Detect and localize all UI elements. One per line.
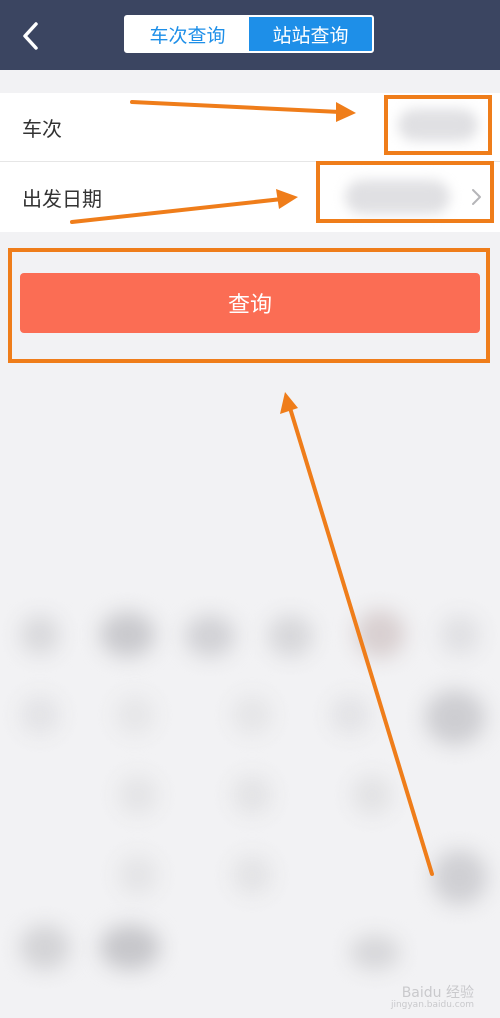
blur-spot (352, 775, 392, 815)
back-button[interactable] (14, 18, 50, 54)
blur-spot (355, 610, 405, 658)
tab-train-query[interactable]: 车次查询 (126, 17, 249, 51)
highlight-box-query-button (8, 248, 490, 363)
blur-spot (20, 615, 60, 655)
departure-date-label: 出发日期 (22, 186, 102, 211)
query-mode-switch: 车次查询 站站查询 (124, 15, 374, 53)
blur-spot (330, 695, 370, 735)
blur-spot (440, 615, 480, 655)
top-bar: 车次查询 站站查询 (0, 0, 500, 70)
chevron-left-icon (23, 22, 38, 50)
blur-spot (425, 690, 485, 745)
blur-spot (185, 615, 235, 657)
blur-spot (118, 775, 158, 815)
tab-station-query[interactable]: 站站查询 (249, 17, 372, 51)
blur-spot (232, 775, 272, 815)
blur-spot (118, 855, 158, 895)
blur-spot (115, 695, 155, 735)
blur-spot (100, 925, 160, 970)
blur-spot (20, 925, 70, 970)
watermark-brand: Baidu 经验 (401, 985, 474, 1001)
blur-spot (20, 695, 60, 735)
blur-spot (232, 695, 272, 735)
highlight-box-train-value (384, 95, 492, 155)
blur-spot (432, 850, 487, 905)
blur-spot (268, 615, 313, 657)
watermark-url: jingyan.baidu.com (390, 1000, 474, 1010)
blur-spot (350, 935, 400, 970)
blur-spot (232, 855, 272, 895)
highlight-box-date-value (316, 161, 494, 223)
watermark: Baidu 经验 jingyan.baidu.com (391, 986, 474, 1010)
train-number-label: 车次 (22, 116, 62, 141)
blur-spot (100, 612, 155, 657)
